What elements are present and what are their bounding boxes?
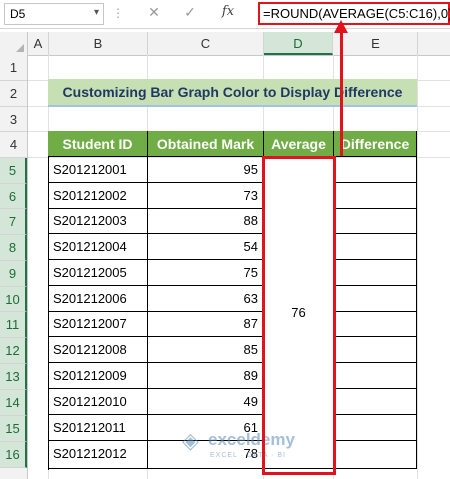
row-header-10[interactable]: 10	[0, 287, 27, 312]
row-header-8[interactable]: 8	[0, 235, 27, 261]
difference-cell[interactable]	[334, 286, 417, 312]
cancel-icon[interactable]: ✕	[144, 4, 164, 22]
mark-cell[interactable]: 89	[148, 363, 264, 389]
header-difference[interactable]: Difference	[334, 131, 417, 157]
difference-cell[interactable]	[334, 208, 417, 234]
insert-function-icon[interactable]: fx	[218, 4, 238, 22]
student-id-cell[interactable]: S201212005	[48, 260, 148, 286]
header-student-id[interactable]: Student ID	[48, 131, 148, 157]
student-id-cell[interactable]: S201212004	[48, 234, 148, 260]
row-header-11[interactable]: 11	[0, 312, 27, 338]
student-id-cell[interactable]: S201212002	[48, 183, 148, 209]
mark-cell[interactable]: 87	[148, 311, 264, 337]
column-header-bar: A B C D E	[0, 32, 450, 56]
name-box[interactable]: D5 ▾	[4, 3, 104, 25]
difference-cell[interactable]	[334, 389, 417, 415]
student-id-cell[interactable]: S201212003	[48, 208, 148, 234]
enter-icon[interactable]: ✓	[180, 4, 200, 22]
mark-cell[interactable]: 88	[148, 208, 264, 234]
row-header-12[interactable]: 12	[0, 338, 27, 364]
row-header-9[interactable]: 9	[0, 261, 27, 287]
row-header-16[interactable]: 16	[0, 442, 27, 468]
mark-cell[interactable]: 49	[148, 389, 264, 415]
more-icon: ⋮	[112, 6, 124, 20]
selection-highlight-box	[262, 156, 336, 475]
exceldemy-logo-icon: ◈	[182, 428, 199, 453]
student-id-cell[interactable]: S201212006	[48, 286, 148, 312]
chevron-down-icon[interactable]: ▾	[94, 7, 99, 18]
row-header-14[interactable]: 14	[0, 390, 27, 416]
header-obtained-mark[interactable]: Obtained Mark	[148, 131, 264, 157]
column-header-e[interactable]: E	[334, 32, 418, 55]
row-header-4[interactable]: 4	[0, 132, 27, 158]
row-header-6[interactable]: 6	[0, 184, 27, 209]
student-id-cell[interactable]: S201212001	[48, 157, 148, 183]
student-id-cell[interactable]: S201212011	[48, 415, 148, 441]
student-id-cell[interactable]: S201212012	[48, 441, 148, 469]
student-id-cell[interactable]: S201212008	[48, 337, 148, 363]
row-header-3[interactable]: 3	[0, 107, 27, 132]
difference-cell[interactable]	[334, 234, 417, 260]
row-header-15[interactable]: 15	[0, 416, 27, 442]
difference-cell[interactable]	[334, 337, 417, 363]
annotation-arrow-icon	[334, 20, 348, 33]
column-header-c[interactable]: C	[148, 32, 264, 55]
mark-cell[interactable]: 73	[148, 183, 264, 209]
name-box-value: D5	[10, 7, 26, 21]
difference-cell[interactable]	[334, 441, 417, 469]
row-header-5[interactable]: 5	[0, 158, 27, 184]
row-header-2[interactable]: 2	[0, 81, 27, 107]
column-header-a[interactable]: A	[28, 32, 49, 55]
student-id-cell[interactable]: S201212009	[48, 363, 148, 389]
select-all-button[interactable]	[0, 32, 28, 55]
difference-cell[interactable]	[334, 415, 417, 441]
student-id-cell[interactable]: S201212010	[48, 389, 148, 415]
row-header-1[interactable]: 1	[0, 55, 27, 81]
formula-bar: D5 ▾ ⋮ ✕ ✓ fx =ROUND(AVERAGE(C5:C16),0)	[0, 0, 450, 29]
sheet-title: Customizing Bar Graph Color to Display D…	[62, 84, 403, 100]
difference-cell[interactable]	[334, 363, 417, 389]
annotation-arrow-line	[340, 31, 343, 156]
difference-cell[interactable]	[334, 311, 417, 337]
difference-cell[interactable]	[334, 157, 417, 183]
mark-cell[interactable]: 85	[148, 337, 264, 363]
difference-cell[interactable]	[334, 183, 417, 209]
mark-cell[interactable]: 75	[148, 260, 264, 286]
header-average[interactable]: Average	[264, 131, 334, 157]
column-header-b[interactable]: B	[49, 32, 148, 55]
row-header-7[interactable]: 7	[0, 209, 27, 235]
mark-cell[interactable]: 95	[148, 157, 264, 183]
formula-text: =ROUND(AVERAGE(C5:C16),0)	[263, 6, 450, 21]
difference-cell[interactable]	[334, 260, 417, 286]
formula-input[interactable]: =ROUND(AVERAGE(C5:C16),0)	[258, 2, 450, 25]
column-header-d[interactable]: D	[264, 32, 333, 55]
mark-cell[interactable]: 63	[148, 286, 264, 312]
sheet-title-cell[interactable]: Customizing Bar Graph Color to Display D…	[48, 79, 417, 107]
row-header-bar: 1 2 3 4 5 6 7 8 9 10 11 12 13 14 15 16	[0, 55, 28, 479]
mark-cell[interactable]: 54	[148, 234, 264, 260]
row-header-13[interactable]: 13	[0, 364, 27, 390]
student-id-cell[interactable]: S201212007	[48, 311, 148, 337]
